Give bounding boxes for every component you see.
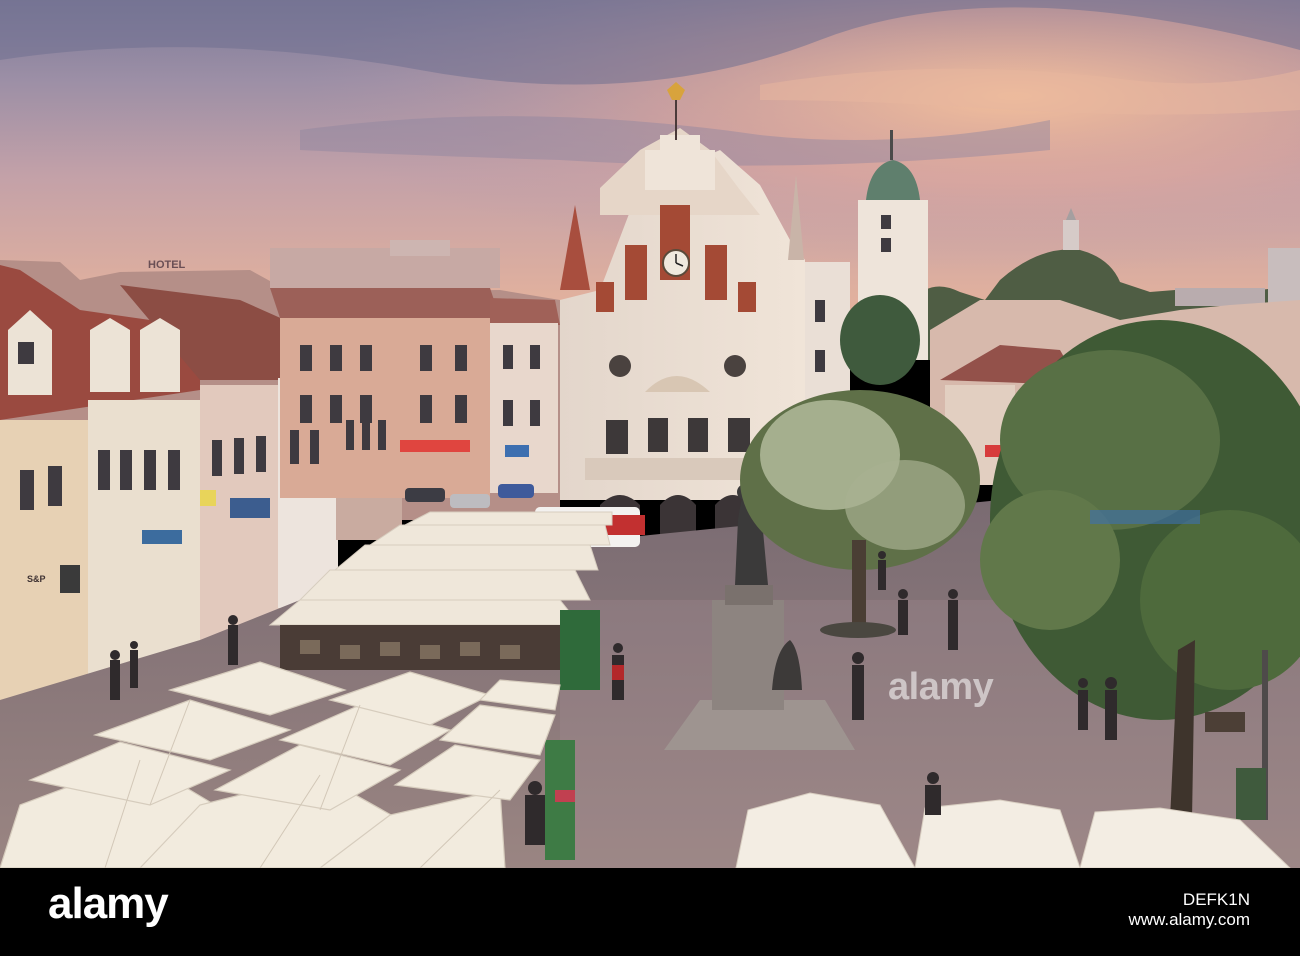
hotel-sign: HOTEL — [148, 259, 186, 271]
shop-sign: S&P — [27, 574, 46, 584]
watermark-text: alamy — [888, 666, 994, 708]
footer-url: www.alamy.com — [1128, 910, 1250, 929]
photograph: HOTEL S&P — [0, 0, 1300, 868]
footer-bar — [0, 868, 1300, 956]
image-id: DEFK1N — [1182, 890, 1250, 909]
footer-logo: alamy — [48, 879, 169, 928]
